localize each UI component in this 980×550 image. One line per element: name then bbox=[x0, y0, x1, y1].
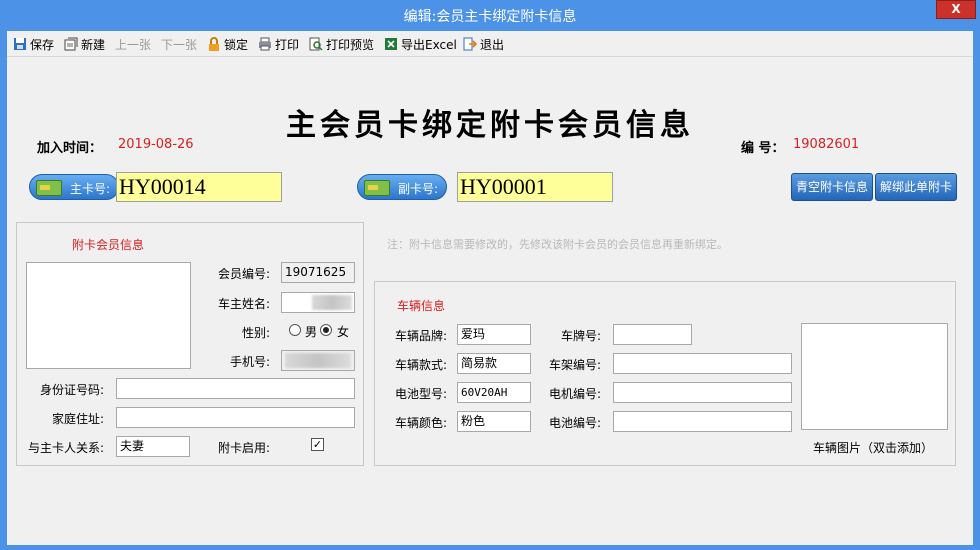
lock-icon bbox=[207, 37, 221, 51]
brand-field[interactable]: 爱玛 bbox=[457, 324, 531, 345]
new-icon bbox=[64, 37, 78, 51]
color-field[interactable]: 粉色 bbox=[457, 411, 531, 432]
card-icon bbox=[36, 180, 62, 196]
main-card-label: 主卡号: bbox=[70, 182, 111, 196]
save-icon bbox=[13, 37, 27, 51]
card-icon bbox=[364, 180, 390, 196]
sub-card-input[interactable]: HY00001 bbox=[457, 172, 613, 202]
print-label: 打印 bbox=[275, 37, 300, 52]
main-card-badge: 主卡号: bbox=[29, 174, 119, 200]
member-no-field[interactable]: 19071625 bbox=[281, 262, 355, 283]
print-preview-button[interactable]: 打印预览 bbox=[309, 36, 374, 52]
battery-no-field[interactable] bbox=[613, 411, 792, 432]
battery-type-field[interactable]: 60V20AH bbox=[457, 382, 531, 403]
join-time-value: 2019-08-26 bbox=[118, 137, 194, 152]
save-label: 保存 bbox=[30, 37, 55, 52]
phone-label: 手机号: bbox=[230, 355, 271, 369]
edit-note: 注：附卡信息需要修改的，先修改该附卡会员的会员信息再重新绑定。 bbox=[387, 238, 728, 251]
gender-label: 性别: bbox=[242, 326, 271, 340]
prev-button[interactable]: 上一张 bbox=[115, 36, 151, 52]
sub-card-label: 副卡号: bbox=[398, 182, 439, 196]
new-button[interactable]: 新建 bbox=[64, 36, 105, 52]
gender-male-radio[interactable] bbox=[289, 324, 301, 336]
next-label: 下一张 bbox=[161, 37, 198, 52]
vehicle-group-title: 车辆信息 bbox=[397, 299, 446, 313]
close-button[interactable]: X bbox=[936, 0, 976, 19]
phone-field[interactable] bbox=[281, 350, 355, 371]
form-area: 主会员卡绑定附卡会员信息 加入时间： 2019-08-26 编 号： 19082… bbox=[7, 58, 973, 545]
clear-sub-card-button[interactable]: 青空附卡信息 bbox=[791, 173, 873, 201]
number-value: 19082601 bbox=[793, 137, 860, 152]
prev-label: 上一张 bbox=[115, 37, 152, 52]
excel-icon bbox=[384, 37, 398, 51]
window-title: 编辑:会员主卡绑定附卡信息 bbox=[403, 9, 577, 25]
enabled-checkbox[interactable]: ✓ bbox=[311, 438, 324, 451]
number-label: 编 号： bbox=[741, 141, 785, 156]
print-preview-icon bbox=[309, 37, 323, 51]
address-label: 家庭住址: bbox=[52, 412, 105, 426]
plate-field[interactable] bbox=[613, 324, 692, 345]
relation-label: 与主卡人关系: bbox=[28, 441, 105, 455]
toolbar: 保存 新建 上一张 下一张 锁定 打印 打印预览 导出Excel 退出 bbox=[7, 31, 973, 57]
vehicle-photo-caption: 车辆图片（双击添加） bbox=[813, 441, 934, 455]
id-number-label: 身份证号码: bbox=[40, 383, 105, 397]
lock-button[interactable]: 锁定 bbox=[207, 36, 248, 52]
model-label: 车辆款式: bbox=[395, 358, 448, 372]
print-preview-label: 打印预览 bbox=[326, 37, 375, 52]
join-time-label: 加入时间： bbox=[37, 141, 103, 156]
battery-no-label: 电池编号: bbox=[549, 416, 602, 430]
redacted-text bbox=[312, 295, 352, 310]
member-info-group: 附卡会员信息 会员编号: 19071625 车主姓名: 性别: 男 女 手机号:… bbox=[16, 222, 364, 466]
export-excel-label: 导出Excel bbox=[401, 37, 457, 52]
color-label: 车辆颜色: bbox=[395, 416, 448, 430]
gender-female-radio[interactable] bbox=[320, 324, 332, 336]
plate-label: 车牌号: bbox=[561, 329, 602, 343]
unbind-sub-card-button[interactable]: 解绑此单附卡 bbox=[875, 173, 957, 201]
battery-type-label: 电池型号: bbox=[395, 387, 448, 401]
sub-card-badge: 副卡号: bbox=[357, 174, 447, 200]
owner-name-field[interactable] bbox=[281, 292, 355, 313]
model-field[interactable]: 简易款 bbox=[457, 353, 531, 374]
main-card-input[interactable]: HY00014 bbox=[116, 172, 282, 202]
app-window: 编辑:会员主卡绑定附卡信息 X 保存 新建 上一张 下一张 锁定 打印 打印预览… bbox=[0, 0, 980, 550]
gender-male-label: 男 bbox=[305, 325, 318, 339]
id-number-field[interactable] bbox=[116, 378, 355, 399]
member-no-label: 会员编号: bbox=[218, 267, 271, 281]
title-bar: 编辑:会员主卡绑定附卡信息 X bbox=[0, 0, 980, 31]
motor-label: 电机编号: bbox=[549, 387, 602, 401]
lock-label: 锁定 bbox=[224, 37, 249, 52]
member-group-title: 附卡会员信息 bbox=[72, 238, 145, 252]
exit-button[interactable]: 退出 bbox=[463, 36, 504, 52]
vehicle-info-group: 车辆信息 车辆品牌: 爱玛 车辆款式: 简易款 电池型号: 60V20AH 车辆… bbox=[374, 281, 956, 466]
motor-field[interactable] bbox=[613, 382, 792, 403]
gender-female-label: 女 bbox=[337, 325, 350, 339]
exit-label: 退出 bbox=[480, 37, 505, 52]
new-label: 新建 bbox=[81, 37, 106, 52]
vehicle-photo[interactable] bbox=[801, 323, 948, 430]
print-button[interactable]: 打印 bbox=[258, 36, 299, 52]
exit-icon bbox=[463, 37, 478, 51]
redacted-text bbox=[285, 353, 351, 368]
owner-name-label: 车主姓名: bbox=[218, 297, 271, 311]
print-icon bbox=[258, 37, 272, 51]
save-button[interactable]: 保存 bbox=[13, 36, 54, 52]
relation-field[interactable]: 夫妻 bbox=[116, 436, 190, 457]
frame-label: 车架编号: bbox=[549, 358, 602, 372]
next-button[interactable]: 下一张 bbox=[161, 36, 197, 52]
client-area: 保存 新建 上一张 下一张 锁定 打印 打印预览 导出Excel 退出 主会员卡… bbox=[7, 31, 973, 545]
member-photo[interactable] bbox=[26, 262, 191, 369]
enabled-label: 附卡启用: bbox=[218, 441, 271, 455]
export-excel-button[interactable]: 导出Excel bbox=[384, 36, 457, 52]
brand-label: 车辆品牌: bbox=[395, 329, 448, 343]
address-field[interactable] bbox=[116, 407, 355, 428]
frame-field[interactable] bbox=[613, 353, 792, 374]
